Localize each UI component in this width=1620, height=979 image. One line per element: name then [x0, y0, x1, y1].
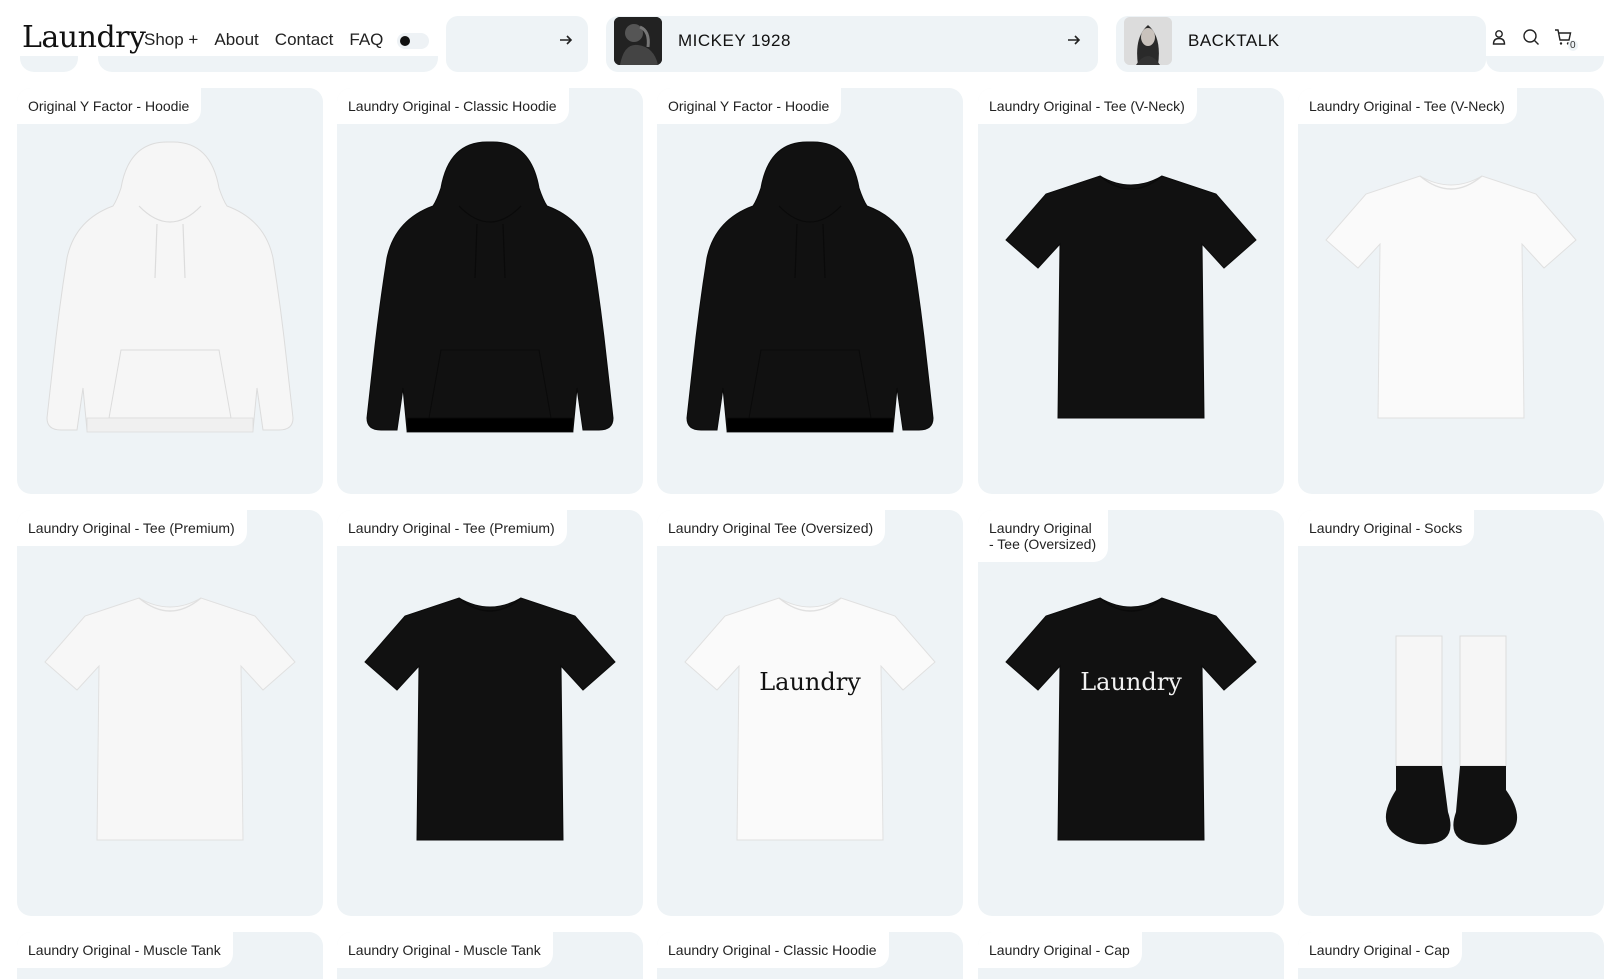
search-icon[interactable]	[1522, 28, 1540, 46]
product-title[interactable]: Original Y Factor - Hoodie	[657, 88, 842, 124]
site-logo[interactable]: Laundry	[22, 20, 146, 55]
product-title[interactable]: Original Y Factor - Hoodie	[17, 88, 202, 124]
carousel-pill-edge	[98, 56, 438, 72]
user-icon[interactable]	[1490, 28, 1508, 46]
main-nav: Shop + About Contact FAQ	[144, 30, 383, 50]
nav-shop[interactable]: Shop +	[144, 30, 198, 50]
product-card[interactable]: Laundry Original - Tee (V-Neck)	[978, 88, 1284, 494]
product-card[interactable]: Laundry Original - Tee (V-Neck)	[1298, 88, 1604, 494]
nav-faq[interactable]: FAQ	[349, 30, 383, 50]
product-title[interactable]: Laundry Original - Cap	[1298, 932, 1462, 968]
product-card[interactable]: Laundry Original Tee (Oversized) Laundry	[657, 510, 963, 916]
arrow-right-icon[interactable]	[556, 30, 576, 50]
product-card[interactable]: Laundry Original - Cap	[1298, 932, 1604, 979]
product-title[interactable]: Laundry Original - Muscle Tank	[17, 932, 233, 968]
product-image[interactable]	[1298, 128, 1604, 493]
product-card[interactable]: Laundry Original - Cap	[978, 932, 1284, 979]
release-thumbnail	[614, 17, 662, 65]
release-title: BACKTALK	[1188, 31, 1280, 50]
release-title: MICKEY 1928	[678, 31, 791, 50]
arrow-right-icon[interactable]	[1064, 30, 1084, 50]
product-title[interactable]: Laundry Original - Socks	[1298, 510, 1475, 546]
product-card[interactable]: Laundry Original - Muscle Tank	[337, 932, 643, 979]
garment-print: Laundry	[759, 668, 861, 696]
product-image[interactable]	[1298, 550, 1604, 915]
product-title[interactable]: Laundry Original - Cap	[978, 932, 1142, 968]
product-title-line: Laundry Original	[989, 520, 1092, 536]
carousel-pill[interactable]: MICKEY 1928	[606, 16, 1098, 72]
product-title[interactable]: Laundry Original - Classic Hoodie	[657, 932, 889, 968]
product-card[interactable]: Laundry Original - Classic Hoodie	[657, 932, 963, 979]
product-title[interactable]: Laundry Original Tee (Oversized)	[657, 510, 886, 546]
product-title[interactable]: Laundry Original - Tee (Premium)	[337, 510, 567, 546]
cart-count: 0	[1568, 40, 1578, 51]
site-header: Laundry Shop + About Contact FAQ MICKEY …	[0, 0, 1620, 82]
product-image[interactable]	[657, 128, 963, 493]
product-card[interactable]: Laundry Original - Socks	[1298, 510, 1604, 916]
carousel-pill-edge	[1486, 56, 1604, 72]
toggle-knob	[400, 36, 410, 46]
nav-about[interactable]: About	[214, 30, 258, 50]
product-image[interactable]	[337, 550, 643, 915]
product-image[interactable]	[17, 550, 323, 915]
product-title[interactable]: Laundry Original - Tee (V-Neck)	[1298, 88, 1517, 124]
product-image[interactable]	[17, 128, 323, 493]
product-title[interactable]: Laundry Original - Tee (Premium)	[17, 510, 247, 546]
product-card[interactable]: Laundry Original - Tee (Premium)	[17, 510, 323, 916]
product-title[interactable]: Laundry Original - Classic Hoodie	[337, 88, 569, 124]
product-card[interactable]: Laundry Original - Classic Hoodie	[337, 88, 643, 494]
header-actions: 0	[1490, 28, 1578, 51]
product-image[interactable]: Laundry	[978, 550, 1284, 915]
theme-toggle[interactable]	[397, 33, 429, 49]
release-thumbnail	[1124, 17, 1172, 65]
nav-contact[interactable]: Contact	[275, 30, 334, 50]
garment-print: Laundry	[1080, 668, 1182, 696]
product-card[interactable]: Original Y Factor - Hoodie	[17, 88, 323, 494]
product-title[interactable]: Laundry Original - Muscle Tank	[337, 932, 553, 968]
cart-button[interactable]: 0	[1554, 28, 1578, 51]
product-card[interactable]: Original Y Factor - Hoodie	[657, 88, 963, 494]
product-image[interactable]	[978, 128, 1284, 493]
product-image[interactable]	[337, 128, 643, 493]
product-card[interactable]: Laundry Original - Tee (Oversized) Laundr…	[978, 510, 1284, 916]
carousel-pill[interactable]	[446, 16, 588, 72]
product-image[interactable]: Laundry	[657, 550, 963, 915]
product-card[interactable]: Laundry Original - Tee (Premium)	[337, 510, 643, 916]
product-title[interactable]: Laundry Original - Tee (V-Neck)	[978, 88, 1197, 124]
carousel-pill[interactable]: BACKTALK	[1116, 16, 1486, 72]
product-card[interactable]: Laundry Original - Muscle Tank	[17, 932, 323, 979]
carousel-pill-edge	[20, 56, 78, 72]
